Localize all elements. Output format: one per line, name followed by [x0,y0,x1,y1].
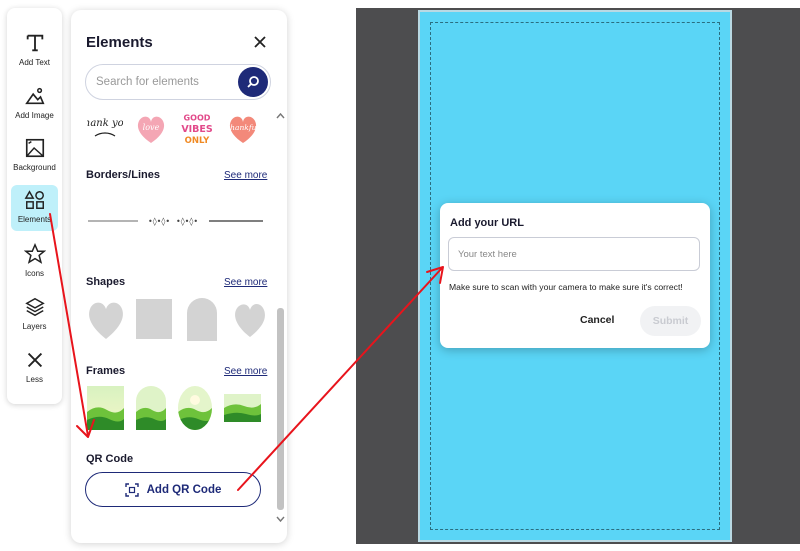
section-title-frames: Frames [86,365,126,377]
panel-title: Elements [86,34,153,51]
border-lines-preview[interactable]: •◊•◊• •◊•◊• [88,215,263,227]
see-more-borders[interactable]: See more [224,170,267,181]
see-more-shapes[interactable]: See more [224,277,267,288]
thank-you-sticker[interactable]: thank you [87,108,123,150]
search-icon [247,76,259,88]
svg-text:thankful: thankful [227,123,259,132]
add-qr-code-label: Add QR Code [146,483,222,496]
search-input[interactable] [96,73,236,91]
oval-frame[interactable] [178,386,212,430]
background-icon [25,138,44,158]
frames-row [87,386,261,430]
section-title-shapes: Shapes [86,276,126,288]
elements-panel: Elements thank you love GOOD VIBESONLY th… [71,10,287,543]
cancel-button[interactable]: Cancel [580,314,614,326]
app-root: Add Text Add Image Background Elements I… [0,0,800,551]
heart-shape[interactable] [231,297,269,341]
rail-label: Less [26,375,43,384]
add-qr-code-button[interactable]: Add QR Code [85,472,261,507]
section-title-qr: QR Code [86,453,134,465]
rail-elements[interactable]: Elements [11,185,58,231]
close-icon[interactable] [251,33,269,51]
star-icon [23,243,46,264]
rail-icons[interactable]: Icons [11,239,58,285]
section-title-borders: Borders/Lines [86,169,160,181]
dialog-hint: Make sure to scan with your camera to ma… [449,282,683,292]
arch-frame[interactable] [136,386,166,430]
sticker-row: thank you love GOOD VIBESONLY thankful [87,108,261,150]
svg-text:love: love [143,123,160,132]
svg-text:ONLY: ONLY [185,136,210,146]
tool-rail: Add Text Add Image Background Elements I… [7,8,62,404]
wide-frame[interactable] [224,386,261,430]
arch-shape[interactable] [183,297,221,341]
dialog-title: Add your URL [450,217,524,229]
close-icon [27,352,42,368]
scroll-down-icon[interactable] [276,515,285,523]
svg-text:•◊•◊•: •◊•◊• [176,217,198,226]
rail-less[interactable]: Less [11,345,58,391]
svg-text:VIBES: VIBES [181,124,213,135]
rail-label: Background [13,163,56,172]
scroll-up-icon[interactable] [276,112,285,120]
elements-icon [24,190,44,209]
image-icon [24,87,45,105]
search-button[interactable] [238,67,268,97]
rail-label: Add Text [19,58,50,67]
rail-add-image[interactable]: Add Image [11,81,58,127]
rail-add-text[interactable]: Add Text [11,28,58,74]
panel-scrollbar[interactable] [275,110,285,528]
qr-scan-icon [124,482,139,497]
svg-text:GOOD: GOOD [184,113,211,122]
thankful-heart-sticker[interactable]: thankful [225,108,261,150]
rail-background[interactable]: Background [11,133,58,179]
layers-icon [24,297,45,317]
rail-layers[interactable]: Layers [11,292,58,338]
rail-label: Layers [22,322,47,331]
pink-heart-sticker[interactable]: love [133,108,169,150]
good-vibes-sticker[interactable]: GOOD VIBES ONLY [179,108,215,150]
rectangle-frame[interactable] [87,386,124,430]
shapes-row [87,297,269,341]
svg-text:•◊•◊•: •◊•◊• [148,217,170,226]
add-url-dialog: Add your URL Make sure to scan with your… [440,203,710,348]
url-input[interactable] [448,237,700,271]
square-shape[interactable] [135,297,173,341]
see-more-frames[interactable]: See more [224,366,267,377]
search-bar [85,64,271,100]
rail-label: Elements [17,215,52,224]
text-icon [26,34,43,52]
svg-text:thank you: thank you [87,118,123,129]
rail-label: Add Image [15,111,54,120]
submit-button[interactable]: Submit [640,306,701,336]
rail-label: Icons [24,269,45,278]
scroll-thumb[interactable] [277,308,284,510]
heart-shape[interactable] [87,297,125,341]
